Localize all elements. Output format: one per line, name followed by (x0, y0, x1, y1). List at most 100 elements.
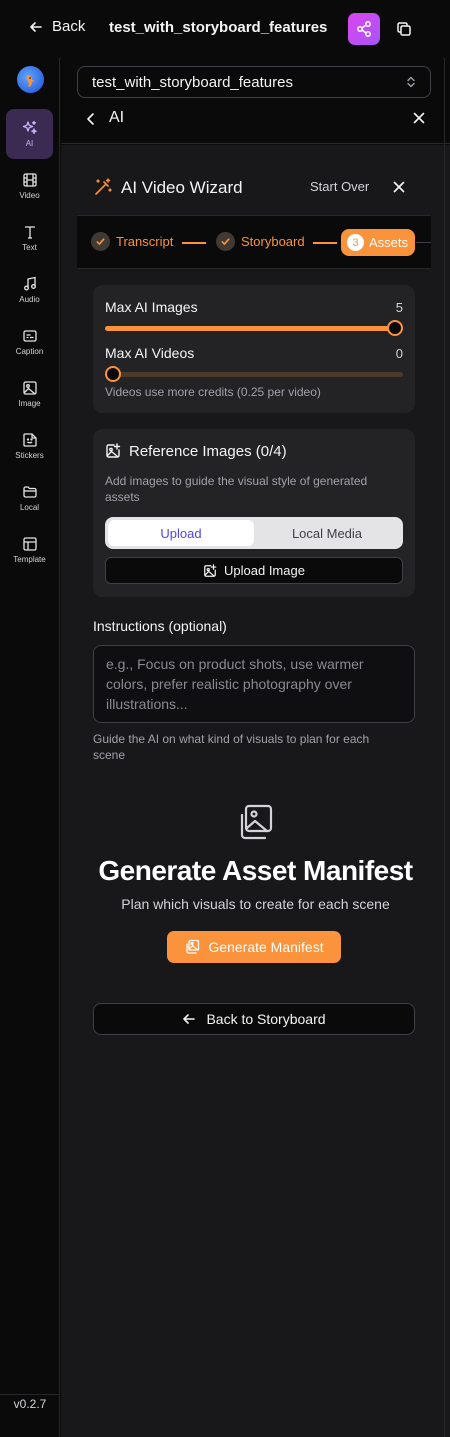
panel-title: AI (109, 109, 125, 126)
text-icon (24, 226, 35, 239)
credits-note: Videos use more credits (0.25 per video) (105, 385, 321, 399)
project-select-value: test_with_storyboard_features (92, 73, 293, 91)
sidebar-item-label: Image (18, 399, 41, 408)
slider-thumb[interactable] (387, 320, 403, 336)
step-connector (313, 242, 337, 244)
sidebar-item-stickers[interactable]: Stickers (6, 421, 53, 471)
bird-logo-icon (26, 74, 35, 87)
slider-fill (105, 326, 403, 331)
tab-upload[interactable]: Upload (108, 520, 254, 546)
start-over-button[interactable]: Start Over (310, 179, 369, 194)
sidebar-item-local[interactable]: Local (6, 473, 53, 523)
slider-thumb[interactable] (105, 366, 121, 382)
sidebar-item-label: Audio (19, 295, 40, 304)
back-label: Back (52, 18, 86, 35)
app-logo (17, 66, 44, 93)
version-label: v0.2.7 (13, 1397, 47, 1411)
step-label: Assets (369, 235, 409, 250)
images-icon (186, 939, 200, 954)
generate-manifest-button[interactable]: Generate Manifest (167, 931, 341, 963)
sidebar-item-image[interactable]: Image (6, 369, 53, 419)
step-complete-badge (91, 232, 110, 251)
back-to-storyboard-button[interactable]: Back to Storyboard (93, 1003, 415, 1035)
copy-button[interactable] (394, 19, 414, 39)
instructions-label: Instructions (optional) (93, 618, 227, 634)
close-icon[interactable] (392, 180, 406, 194)
generate-title: Generate Asset Manifest (98, 855, 413, 886)
reference-description: Add images to guide the visual style of … (105, 474, 368, 504)
wizard-title: AI Video Wizard (121, 178, 243, 197)
generate-subtitle: Plan which visuals to create for each sc… (121, 896, 390, 912)
sidebar-item-ai[interactable]: AI (6, 109, 53, 159)
arrow-left-icon (183, 1014, 196, 1024)
sparkles-icon (22, 120, 37, 135)
panel-divider (444, 58, 445, 1437)
close-icon[interactable] (411, 110, 427, 126)
tab-local-media[interactable]: Local Media (254, 520, 400, 546)
max-videos-label: Max AI Videos (105, 345, 195, 361)
upload-image-button[interactable]: Upload Image (105, 557, 403, 584)
sidebar-item-template[interactable]: Template (6, 525, 53, 575)
step-storyboard[interactable]: Storyboard (216, 232, 305, 251)
chevron-up-down-icon (407, 76, 415, 88)
sidebar-item-label: Video (19, 191, 40, 200)
step-label: Storyboard (241, 234, 305, 249)
image-icon (22, 381, 37, 395)
instructions-input[interactable] (93, 645, 415, 723)
sidebar-item-caption[interactable]: Caption (6, 317, 53, 367)
max-images-value: 5 (395, 300, 403, 315)
project-title: test_with_storyboard_features (109, 19, 328, 36)
template-icon (22, 537, 37, 551)
sidebar-item-audio[interactable]: Audio (6, 265, 53, 315)
sidebar-item-video[interactable]: Video (6, 161, 53, 211)
step-label: Transcript (116, 234, 174, 249)
max-images-slider[interactable] (105, 320, 403, 336)
copy-icon (397, 22, 411, 36)
share-icon (357, 21, 371, 37)
generate-manifest-label: Generate Manifest (208, 939, 324, 955)
wizard-stepper: Transcript Storyboard 3 Assets (77, 215, 431, 269)
reference-title: Reference Images (0/4) (129, 443, 287, 460)
upload-image-label: Upload Image (224, 563, 305, 578)
folder-icon (22, 486, 37, 498)
sidebar-divider (0, 1394, 60, 1395)
step-number: 3 (347, 234, 364, 251)
image-plus-icon (106, 443, 121, 458)
film-icon (22, 173, 37, 187)
sidebar-item-label: Local (19, 503, 40, 512)
back-button[interactable]: Back (28, 18, 85, 35)
reference-source-tabs: Upload Local Media (105, 517, 403, 549)
step-complete-badge (216, 232, 235, 251)
step-connector (416, 242, 431, 243)
image-plus-icon (204, 563, 217, 577)
music-icon (23, 276, 36, 291)
reference-images-card: Reference Images (0/4) Add images to gui… (93, 429, 415, 597)
sidebar-item-label: Caption (15, 347, 44, 356)
images-icon (240, 804, 273, 840)
sidebar-item-label: Template (13, 555, 46, 564)
magic-wand-icon (95, 178, 112, 195)
max-videos-value: 0 (395, 346, 403, 361)
step-assets[interactable]: 3 Assets (341, 229, 415, 256)
sidebar: AI Video Text Audio Caption Image Sticke… (0, 58, 60, 1437)
back-to-storyboard-label: Back to Storyboard (206, 1011, 326, 1027)
sidebar-item-text[interactable]: Text (6, 213, 53, 263)
sticker-icon (22, 433, 37, 447)
max-images-label: Max AI Images (105, 299, 198, 315)
limits-card: Max AI Images 5 Max AI Videos 0 Videos u… (93, 285, 415, 413)
share-button[interactable] (348, 13, 380, 45)
panel-header: AI (61, 102, 450, 144)
max-videos-slider[interactable] (105, 366, 403, 382)
sidebar-item-label: Text (22, 243, 37, 252)
step-connector (182, 242, 206, 244)
chevron-left-icon[interactable] (83, 111, 99, 127)
step-transcript[interactable]: Transcript (91, 232, 173, 251)
sidebar-item-label: AI (25, 139, 34, 148)
caption-icon (22, 330, 37, 342)
project-select[interactable]: test_with_storyboard_features (77, 66, 431, 98)
top-bar: Back test_with_storyboard_features (0, 0, 450, 58)
sidebar-item-label: Stickers (15, 451, 44, 460)
check-icon (221, 238, 230, 245)
arrow-left-icon (30, 21, 42, 32)
instructions-help: Guide the AI on what kind of visuals to … (93, 732, 370, 762)
